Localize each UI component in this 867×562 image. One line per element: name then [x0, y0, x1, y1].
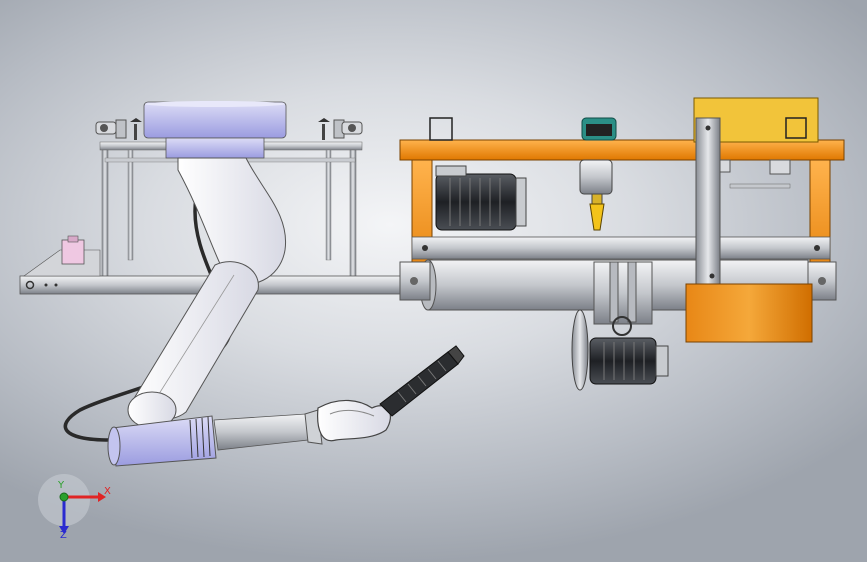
upper-motor[interactable]	[435, 165, 527, 231]
robot-arm[interactable]	[63, 157, 465, 467]
z-axis-label: Z	[60, 530, 67, 541]
orange-pad[interactable]	[685, 283, 813, 343]
cad-model[interactable]	[0, 0, 867, 562]
left-clamp	[95, 118, 142, 140]
center-spindle[interactable]	[579, 117, 617, 231]
3d-viewport[interactable]: X Y Z	[0, 0, 867, 562]
right-clamp	[318, 118, 363, 140]
x-axis-label: X	[104, 486, 111, 497]
y-axis-label: Y	[58, 480, 65, 491]
